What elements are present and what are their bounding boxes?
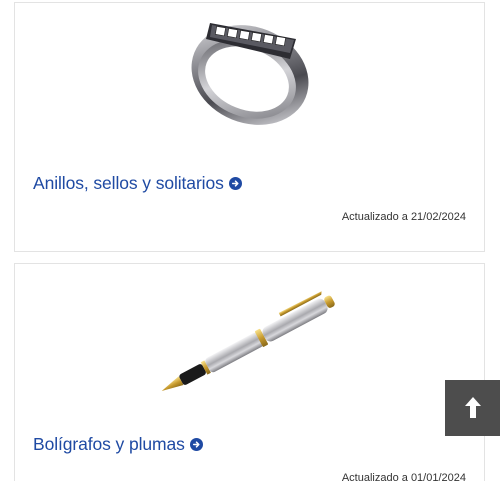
ring-illustration bbox=[191, 23, 308, 125]
pen-image[interactable] bbox=[15, 284, 484, 404]
circle-arrow-right-icon[interactable] bbox=[228, 177, 242, 190]
back-to-top-button[interactable] bbox=[445, 380, 500, 436]
circle-arrow-right-icon[interactable] bbox=[189, 438, 203, 451]
category-title[interactable]: Bolígrafos y plumas bbox=[33, 434, 185, 455]
updated-date: Actualizado a 21/02/2024 bbox=[341, 211, 466, 223]
category-link-rings[interactable]: Anillos, sellos y solitarios bbox=[33, 173, 242, 194]
ring-image[interactable] bbox=[15, 9, 484, 135]
updated-date: Actualizado a 01/01/2024 bbox=[341, 472, 466, 481]
page: Anillos, sellos y solitarios Actualizado… bbox=[0, 0, 500, 481]
arrow-up-icon bbox=[464, 397, 481, 418]
category-card-rings[interactable]: Anillos, sellos y solitarios Actualizado… bbox=[14, 2, 485, 252]
category-title[interactable]: Anillos, sellos y solitarios bbox=[33, 173, 224, 194]
pen-illustration bbox=[161, 291, 335, 391]
category-card-pens[interactable]: Bolígrafos y plumas Actualizado a 01/01/… bbox=[14, 263, 485, 481]
category-link-pens[interactable]: Bolígrafos y plumas bbox=[33, 434, 203, 455]
